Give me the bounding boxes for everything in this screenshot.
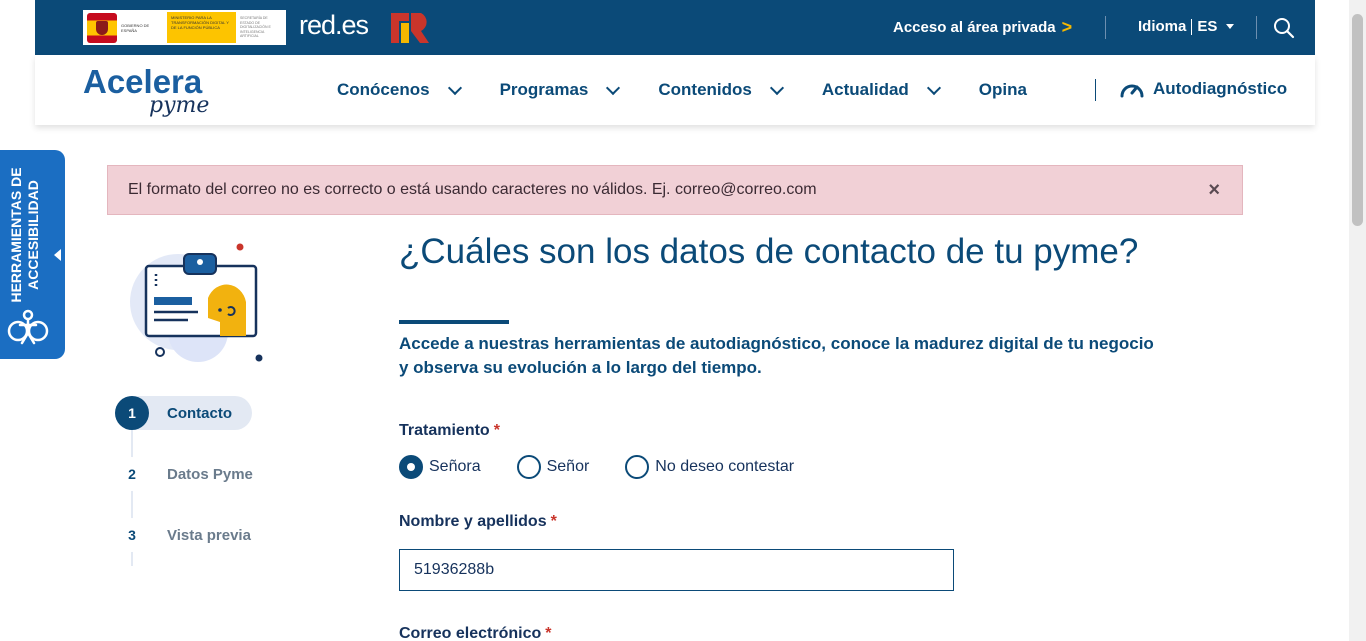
chevron-down-icon bbox=[769, 80, 784, 95]
radio-button[interactable] bbox=[625, 455, 650, 479]
chevron-down-icon bbox=[926, 80, 941, 95]
nav-item-programas[interactable]: Programas bbox=[499, 80, 621, 100]
private-area-link[interactable]: Acceso al área privada > bbox=[893, 18, 1072, 36]
name-input[interactable] bbox=[399, 549, 954, 591]
contact-card-illustration bbox=[130, 243, 263, 362]
gauge-icon bbox=[1120, 84, 1144, 98]
radio-label: Señor bbox=[546, 458, 590, 475]
nav-item-label: Programas bbox=[499, 80, 589, 99]
page-subtitle: Accede a nuestras herramientas de autodi… bbox=[399, 334, 1154, 377]
nav-item-label: Actualidad bbox=[821, 80, 909, 99]
radio-button[interactable] bbox=[516, 455, 541, 479]
nav-menu: Conócenos Programas Contenidos Actualida… bbox=[337, 55, 1067, 125]
step-vista-previa[interactable]: 3 Vista previa bbox=[115, 518, 251, 552]
step-datos-pyme[interactable]: 2 Datos Pyme bbox=[115, 457, 253, 491]
scrollbar-thumb[interactable] bbox=[1352, 14, 1363, 226]
autodiag-label: Autodiagnóstico bbox=[1153, 79, 1288, 98]
coat-of-arms-icon bbox=[87, 12, 117, 43]
autodiagnostico-link[interactable]: Autodiagnóstico bbox=[1119, 79, 1287, 99]
error-alert: El formato del correo no es correcto o e… bbox=[107, 165, 1243, 215]
nav-item-actualidad[interactable]: Actualidad bbox=[821, 80, 941, 100]
step-number: 3 bbox=[115, 518, 149, 552]
accessibility-icon bbox=[7, 309, 49, 345]
close-icon[interactable]: × bbox=[1208, 179, 1220, 202]
radio-label: No deseo contestar bbox=[655, 458, 795, 475]
page-scrollbar[interactable] bbox=[1349, 0, 1366, 641]
step-number: 2 bbox=[115, 457, 149, 491]
top-bar: GOBIERNO DE ESPAÑA MINISTERIO PARA LA TR… bbox=[35, 0, 1315, 55]
step-label: Vista previa bbox=[167, 526, 251, 544]
title-underline bbox=[399, 320, 509, 324]
treatment-label: Tratamiento * bbox=[399, 422, 500, 440]
divider bbox=[1191, 18, 1193, 35]
radio-label: Señora bbox=[429, 458, 481, 475]
required-mark: * bbox=[493, 422, 500, 439]
nav-item-label: Contenidos bbox=[658, 80, 752, 99]
required-mark: * bbox=[545, 625, 552, 641]
page-title: ¿Cuáles son los datos de contacto de tu … bbox=[399, 232, 1139, 271]
radio-button[interactable] bbox=[399, 455, 423, 479]
gov-logo-right-text: SECRETARÍA DE ESTADO DE DIGITALIZACIÓN E… bbox=[240, 16, 271, 39]
step-label: Datos Pyme bbox=[167, 465, 253, 483]
name-label: Nombre y apellidos * bbox=[399, 513, 557, 531]
chevron-right-icon: > bbox=[1061, 17, 1073, 37]
email-label-text: Correo electrónico bbox=[399, 625, 542, 641]
name-label-text: Nombre y apellidos bbox=[399, 513, 547, 530]
radio-no-deseo-contestar[interactable]: No deseo contestar bbox=[625, 455, 794, 479]
language-label: Idioma bbox=[1138, 18, 1187, 35]
private-area-label: Acceso al área privada bbox=[893, 18, 1056, 36]
nav-item-label: Opina bbox=[978, 80, 1027, 99]
alert-message: El formato del correo no es correcto o e… bbox=[128, 181, 817, 198]
gov-logo-left-text: GOBIERNO DE ESPAÑA bbox=[121, 22, 150, 33]
chevron-down-icon bbox=[606, 80, 621, 95]
language-code: ES bbox=[1197, 18, 1218, 35]
government-logo[interactable]: GOBIERNO DE ESPAÑA MINISTERIO PARA LA TR… bbox=[83, 10, 286, 45]
treatment-label-text: Tratamiento bbox=[399, 422, 490, 439]
redes-logo[interactable]: red.es bbox=[299, 10, 369, 41]
divider bbox=[1105, 16, 1106, 39]
divider bbox=[1095, 79, 1096, 101]
prtr-logo-icon[interactable] bbox=[387, 9, 431, 47]
divider bbox=[1256, 16, 1257, 39]
accessibility-tools-tab[interactable]: HERRAMIENTAS DE ACCESIBILIDAD bbox=[0, 150, 65, 359]
nav-item-conocenos[interactable]: Conócenos bbox=[337, 80, 462, 100]
nav-item-contenidos[interactable]: Contenidos bbox=[658, 80, 784, 100]
radio-senor[interactable]: Señor bbox=[516, 455, 590, 479]
email-label: Correo electrónico * bbox=[399, 625, 552, 641]
step-label: Contacto bbox=[167, 404, 232, 422]
chevron-down-icon bbox=[447, 80, 462, 95]
required-mark: * bbox=[550, 513, 557, 530]
radio-senora[interactable]: Señora bbox=[399, 455, 481, 479]
gov-logo-ministry-text: MINISTERIO PARA LA TRANSFORMACIÓN DIGITA… bbox=[167, 12, 236, 43]
caret-down-icon bbox=[1226, 24, 1235, 29]
treatment-radio-group: Señora Señor No deseo contestar bbox=[399, 455, 830, 479]
main-navigation: Acelera pyme Conócenos Programas Conteni… bbox=[35, 55, 1315, 125]
step-contacto[interactable]: 1 Contacto bbox=[115, 396, 252, 430]
search-icon[interactable] bbox=[1273, 17, 1295, 39]
acelera-pyme-logo[interactable]: Acelera pyme bbox=[83, 65, 209, 119]
caret-left-icon bbox=[54, 249, 61, 261]
language-selector[interactable]: Idioma ES bbox=[1138, 18, 1235, 35]
accessibility-label: HERRAMIENTAS DE ACCESIBILIDAD bbox=[8, 167, 41, 303]
nav-item-label: Conócenos bbox=[337, 80, 430, 99]
step-number: 1 bbox=[115, 396, 149, 430]
brand-sub: pyme bbox=[149, 93, 210, 118]
nav-item-opina[interactable]: Opina bbox=[979, 80, 1027, 100]
